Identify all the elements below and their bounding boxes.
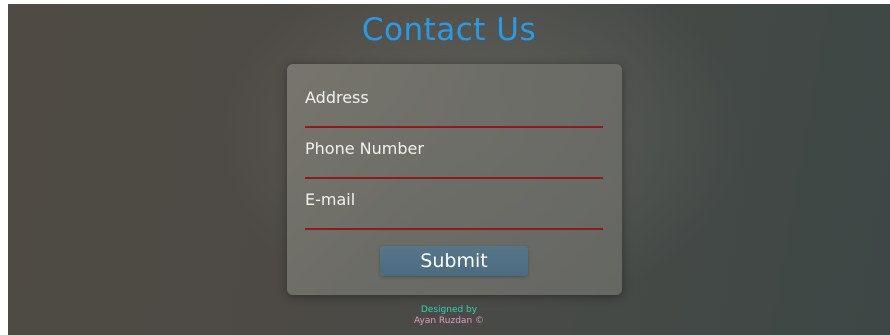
phone-number-underline	[305, 177, 603, 179]
address-input[interactable]	[305, 108, 603, 126]
submit-button[interactable]: Submit	[380, 246, 528, 276]
phone-number-field: Phone Number	[305, 139, 603, 179]
phone-number-label: Phone Number	[305, 139, 424, 158]
email-underline	[305, 228, 603, 230]
email-field: E-mail	[305, 190, 603, 230]
email-input[interactable]	[305, 210, 603, 228]
address-label: Address	[305, 88, 369, 107]
address-field: Address	[305, 88, 603, 128]
footer-author: Ayan Ruzdan ©	[413, 316, 485, 326]
contact-form: Address Phone Number E-mail Submit	[287, 64, 622, 295]
email-label: E-mail	[305, 190, 356, 209]
footer-credit: Designed by Ayan Ruzdan ©	[8, 305, 890, 327]
page-background: Contact Us Address Phone Number E-mail S…	[8, 4, 890, 335]
address-underline	[305, 126, 603, 128]
page-title: Contact Us	[361, 12, 537, 48]
footer-designed-by: Designed by	[420, 305, 478, 315]
phone-number-input[interactable]	[305, 159, 603, 177]
